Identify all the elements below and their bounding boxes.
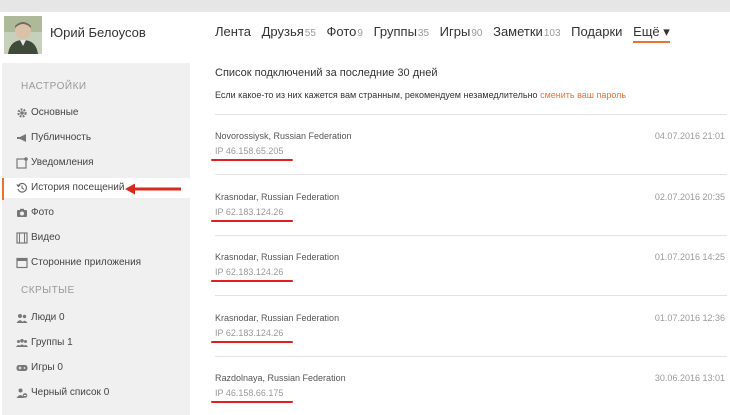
divider: [215, 174, 727, 175]
sidebar-item-label: Основные: [31, 107, 79, 118]
nav-gifts[interactable]: Подарки: [571, 24, 622, 39]
connection-date: 02.07.2016 20:35: [654, 192, 725, 202]
nav-label: Заметки: [493, 24, 543, 39]
sidebar-item-label: Видео: [31, 232, 61, 243]
gear-icon: [16, 107, 28, 119]
red-underline-annotation: [211, 280, 293, 282]
sidebar-item-label: История посещений: [31, 182, 125, 193]
connection-row: Razdolnaya, Russian Federation IP 46.158…: [211, 373, 727, 413]
connection-ip: IP 46.158.65.205: [215, 146, 284, 156]
connection-location: Krasnodar, Russian Federation: [215, 252, 340, 262]
sidebar-item-photo[interactable]: Фото: [2, 203, 190, 223]
sidebar-item-label: Уведомления: [31, 157, 94, 168]
settings-sidebar: НАСТРОЙКИ Основные Публичность Уведомлен…: [2, 63, 190, 415]
connection-location: Razdolnaya, Russian Federation: [215, 373, 346, 383]
divider: [215, 114, 727, 115]
nav-count: 9: [357, 28, 363, 39]
connection-date: 04.07.2016 21:01: [654, 131, 725, 141]
nav-count: 90: [471, 28, 483, 39]
sidebar-item-hidden-people[interactable]: Люди 0: [2, 308, 190, 328]
sidebar-item-label: Черный список 0: [31, 387, 110, 398]
security-notice: Если какое-то из них кажется вам странны…: [215, 90, 626, 100]
profile-header: Юрий Белоусов: [0, 12, 190, 58]
nav-label: Игры: [439, 24, 471, 39]
connection-ip: IP 46.158.66.175: [215, 388, 284, 398]
nav-games[interactable]: Игры90: [440, 24, 483, 39]
sidebar-item-blacklist[interactable]: Черный список 0: [2, 383, 190, 403]
sidebar-item-label: Игры 0: [31, 362, 63, 373]
user-name[interactable]: Юрий Белоусов: [50, 25, 146, 40]
connection-date: 01.07.2016 14:25: [654, 252, 725, 262]
sidebar-item-general[interactable]: Основные: [2, 103, 190, 123]
connection-ip: IP 62.183.124.26: [215, 207, 284, 217]
connection-location: Krasnodar, Russian Federation: [215, 313, 340, 323]
connection-ip: IP 62.183.124.26: [215, 328, 284, 338]
app-window-icon: [16, 257, 28, 269]
connection-row: Krasnodar, Russian Federation IP 62.183.…: [211, 252, 727, 292]
nav-notes[interactable]: Заметки103: [493, 24, 560, 39]
history-icon: [16, 182, 28, 194]
camera-icon: [16, 207, 28, 219]
connection-location: Krasnodar, Russian Federation: [215, 192, 340, 202]
red-underline-annotation: [211, 341, 293, 343]
divider: [215, 235, 727, 236]
sidebar-item-label: Публичность: [31, 132, 92, 143]
sidebar-item-label: Люди 0: [31, 312, 65, 323]
sidebar-item-video[interactable]: Видео: [2, 228, 190, 248]
change-password-link[interactable]: сменить ваш пароль: [540, 90, 626, 100]
connection-ip: IP 62.183.124.26: [215, 267, 284, 277]
sidebar-item-label: Группы 1: [31, 337, 73, 348]
blocked-user-icon: [16, 387, 28, 399]
nav-count: 35: [417, 28, 430, 39]
people-icon: [16, 312, 28, 324]
red-underline-annotation: [211, 159, 293, 161]
sidebar-item-apps[interactable]: Сторонние приложения: [2, 253, 190, 273]
avatar[interactable]: [4, 16, 42, 54]
nav-label: Фото: [326, 24, 357, 39]
red-underline-annotation: [211, 220, 293, 222]
nav-count: 103: [543, 28, 561, 39]
divider: [215, 356, 727, 357]
top-nav: Лента Друзья55 Фото9 Группы35 Игры90 Зам…: [215, 24, 670, 44]
notice-text: Если какое-то из них кажется вам странны…: [215, 90, 538, 100]
page-title: Список подключений за последние 30 дней: [215, 67, 438, 79]
nav-groups[interactable]: Группы35: [374, 24, 429, 39]
connection-date: 30.06.2016 13:01: [654, 373, 725, 383]
connection-row: Novorossiysk, Russian Federation IP 46.1…: [211, 131, 727, 171]
connection-row: Krasnodar, Russian Federation IP 62.183.…: [211, 192, 727, 232]
nav-label: Подарки: [571, 24, 623, 39]
connection-location: Novorossiysk, Russian Federation: [215, 131, 352, 141]
gamepad-icon: [16, 362, 28, 374]
sidebar-item-publicity[interactable]: Публичность: [2, 128, 190, 148]
red-arrow-annotation: [125, 183, 181, 195]
film-icon: [16, 232, 28, 244]
hidden-header: СКРЫТЫЕ: [21, 285, 75, 296]
top-strip: [0, 0, 730, 12]
nav-label: Друзья: [261, 24, 304, 39]
megaphone-icon: [16, 132, 28, 144]
notification-icon: [16, 157, 28, 169]
settings-header: НАСТРОЙКИ: [21, 81, 87, 92]
connection-date: 01.07.2016 12:36: [654, 313, 725, 323]
nav-more-dropdown[interactable]: Ещё ▾: [633, 24, 670, 43]
connection-row: Krasnodar, Russian Federation IP 62.183.…: [211, 313, 727, 353]
divider: [215, 295, 727, 296]
red-underline-annotation: [211, 401, 293, 403]
sidebar-item-hidden-games[interactable]: Игры 0: [2, 358, 190, 378]
sidebar-item-hidden-groups[interactable]: Группы 1: [2, 333, 190, 353]
nav-count: 55: [304, 28, 316, 39]
groups-icon: [16, 337, 28, 349]
nav-friends[interactable]: Друзья55: [262, 24, 316, 39]
sidebar-item-label: Сторонние приложения: [31, 257, 142, 268]
avatar-photo: [4, 16, 42, 54]
nav-label: Лента: [215, 24, 251, 39]
sidebar-item-label: Фото: [31, 207, 54, 218]
nav-label: Группы: [373, 24, 417, 39]
sidebar-item-notifications[interactable]: Уведомления: [2, 153, 190, 173]
nav-photos[interactable]: Фото9: [327, 24, 363, 39]
nav-feed[interactable]: Лента: [215, 24, 251, 39]
